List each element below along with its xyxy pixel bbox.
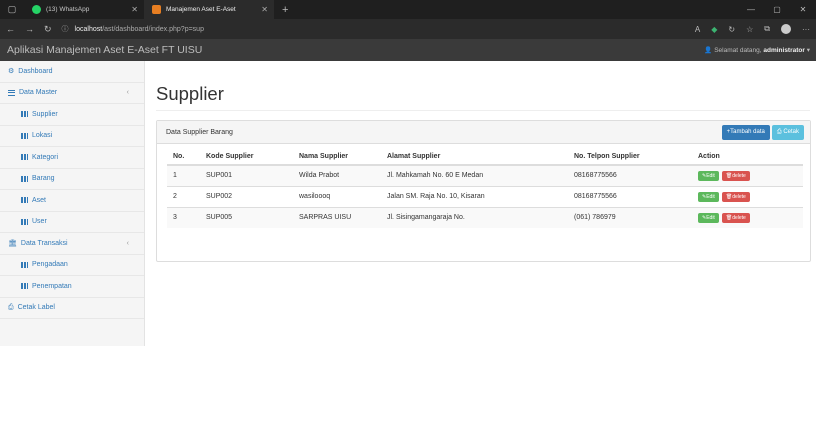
address-bar: ← → ↻ ⓘ localhost/ast/dashboard/index.ph… — [0, 19, 816, 39]
sidebar-item-kategori[interactable]: Kategori — [0, 147, 144, 169]
new-tab-button[interactable]: + — [274, 0, 296, 19]
close-icon[interactable]: ✕ — [261, 5, 268, 14]
minimize-icon[interactable]: — — [738, 0, 764, 19]
profile-icon[interactable] — [781, 24, 791, 34]
refresh-icon[interactable]: ↻ — [728, 25, 735, 34]
sidebar-item-pengadaan[interactable]: Pengadaan — [0, 255, 144, 276]
reload-icon[interactable]: ↻ — [44, 24, 52, 35]
url-path: /ast/dashboard/index.php?p=sup — [102, 25, 204, 33]
table-icon — [21, 175, 28, 182]
edit-button[interactable]: ✎Edit — [698, 170, 719, 181]
table-icon — [21, 197, 28, 204]
tab-title: (13) WhatsApp — [46, 6, 90, 13]
extension-icon[interactable]: ◆ — [711, 25, 717, 34]
maximize-icon[interactable]: ▢ — [764, 0, 790, 19]
sidebar: ⚙ Dashboard Data Master ‹ Supplier Lokasi … — [0, 61, 145, 346]
tab-whatsapp[interactable]: (13) WhatsApp ✕ — [24, 0, 144, 19]
url-host: localhost — [74, 25, 103, 33]
table-row: 1 SUP001 Wilda Prabot Jl. Mahkamah No. 6… — [167, 164, 803, 186]
table-icon — [21, 283, 28, 290]
sidebar-item-data-transaksi[interactable]: 🏛 Data Transaksi ‹ — [0, 233, 144, 255]
edit-button[interactable]: ✎Edit — [698, 191, 719, 202]
print-icon: ⎙ — [8, 303, 14, 311]
info-icon[interactable]: ⓘ — [62, 24, 69, 34]
welcome-text: Selamat datang, — [714, 47, 762, 54]
sidebar-item-aset[interactable]: Aset — [0, 190, 144, 212]
page-title: Supplier — [156, 83, 224, 104]
chevron-left-icon: ‹ — [126, 239, 129, 247]
list-icon — [8, 89, 15, 96]
delete-button[interactable]: 🗑delete — [721, 170, 750, 181]
tab-aset[interactable]: Manajemen Aset E-Aset ✕ — [144, 0, 274, 19]
user-menu[interactable]: 👤 Selamat datang, administrator ▾ — [704, 46, 810, 54]
divider — [156, 110, 810, 111]
app-title[interactable]: Aplikasi Manajemen Aset E-Aset FT UISU — [7, 44, 202, 56]
username: administrator — [763, 47, 805, 54]
bank-icon: 🏛 — [8, 240, 17, 248]
page-background — [0, 346, 816, 445]
column-header: Kode Supplier — [200, 148, 293, 166]
print-button[interactable]: ⎙ Cetak — [771, 124, 804, 140]
column-header: Nama Supplier — [293, 148, 381, 166]
column-header: No. — [167, 148, 200, 166]
supplier-table: No. Kode Supplier Nama Supplier Alamat S… — [167, 148, 803, 228]
column-header: Alamat Supplier — [381, 148, 568, 166]
table-icon — [21, 132, 28, 139]
dashboard-icon: ⚙ — [8, 68, 15, 76]
forward-icon[interactable]: → — [25, 24, 34, 34]
tab-title: Manajemen Aset E-Aset — [166, 6, 236, 13]
main-content: Supplier Data Supplier Barang +Tambah da… — [145, 61, 816, 346]
tab-actions-icon[interactable]: ▢ — [0, 0, 24, 19]
table-icon — [21, 154, 28, 161]
column-header: Action — [692, 148, 803, 166]
close-icon[interactable]: ✕ — [131, 5, 138, 14]
sidebar-item-lokasi[interactable]: Lokasi — [0, 126, 144, 147]
add-data-button[interactable]: +Tambah data — [721, 124, 770, 140]
delete-button[interactable]: 🗑delete — [721, 191, 750, 202]
user-icon: 👤 — [704, 47, 713, 54]
app-favicon-icon — [152, 5, 161, 14]
url-field[interactable]: ⓘ localhost/ast/dashboard/index.php?p=su… — [62, 24, 685, 34]
back-icon[interactable]: ← — [6, 24, 15, 34]
table-icon — [21, 218, 28, 225]
sidebar-item-supplier[interactable]: Supplier — [0, 104, 144, 126]
more-icon[interactable]: ··· — [802, 25, 810, 34]
sidebar-item-dashboard[interactable]: ⚙ Dashboard — [0, 61, 144, 83]
chevron-left-icon: ‹ — [126, 89, 129, 97]
favorites-icon[interactable]: ☆ — [746, 25, 753, 34]
column-header: No. Telpon Supplier — [568, 148, 692, 166]
app-header: Aplikasi Manajemen Aset E-Aset FT UISU 👤… — [0, 39, 816, 61]
sidebar-item-penempatan[interactable]: Penempatan — [0, 276, 144, 298]
supplier-panel: Data Supplier Barang +Tambah data ⎙ Ceta… — [156, 120, 811, 262]
panel-heading: Data Supplier Barang +Tambah data ⎙ Ceta… — [157, 121, 810, 144]
sidebar-item-data-master[interactable]: Data Master ‹ — [0, 83, 144, 104]
edit-button[interactable]: ✎Edit — [698, 212, 719, 223]
collections-icon[interactable]: ⧉ — [764, 24, 770, 34]
window-close-icon[interactable]: ✕ — [790, 0, 816, 19]
whatsapp-icon — [32, 5, 41, 14]
read-aloud-icon[interactable]: A — [695, 25, 700, 34]
table-row: 3 SUP005 SARPRAS UISU Jl. Sisingamangara… — [167, 206, 803, 228]
table-row: 2 SUP002 wasiloooq Jalan SM. Raja No. 10… — [167, 185, 803, 207]
panel-title: Data Supplier Barang — [166, 128, 233, 136]
delete-button[interactable]: 🗑delete — [721, 212, 750, 223]
sidebar-item-barang[interactable]: Barang — [0, 169, 144, 190]
sidebar-item-user[interactable]: User — [0, 212, 144, 233]
sidebar-item-cetak-label[interactable]: ⎙ Cetak Label — [0, 298, 144, 319]
table-icon — [21, 111, 28, 118]
browser-tab-strip: ▢ (13) WhatsApp ✕ Manajemen Aset E-Aset … — [0, 0, 816, 19]
table-icon — [21, 261, 28, 268]
